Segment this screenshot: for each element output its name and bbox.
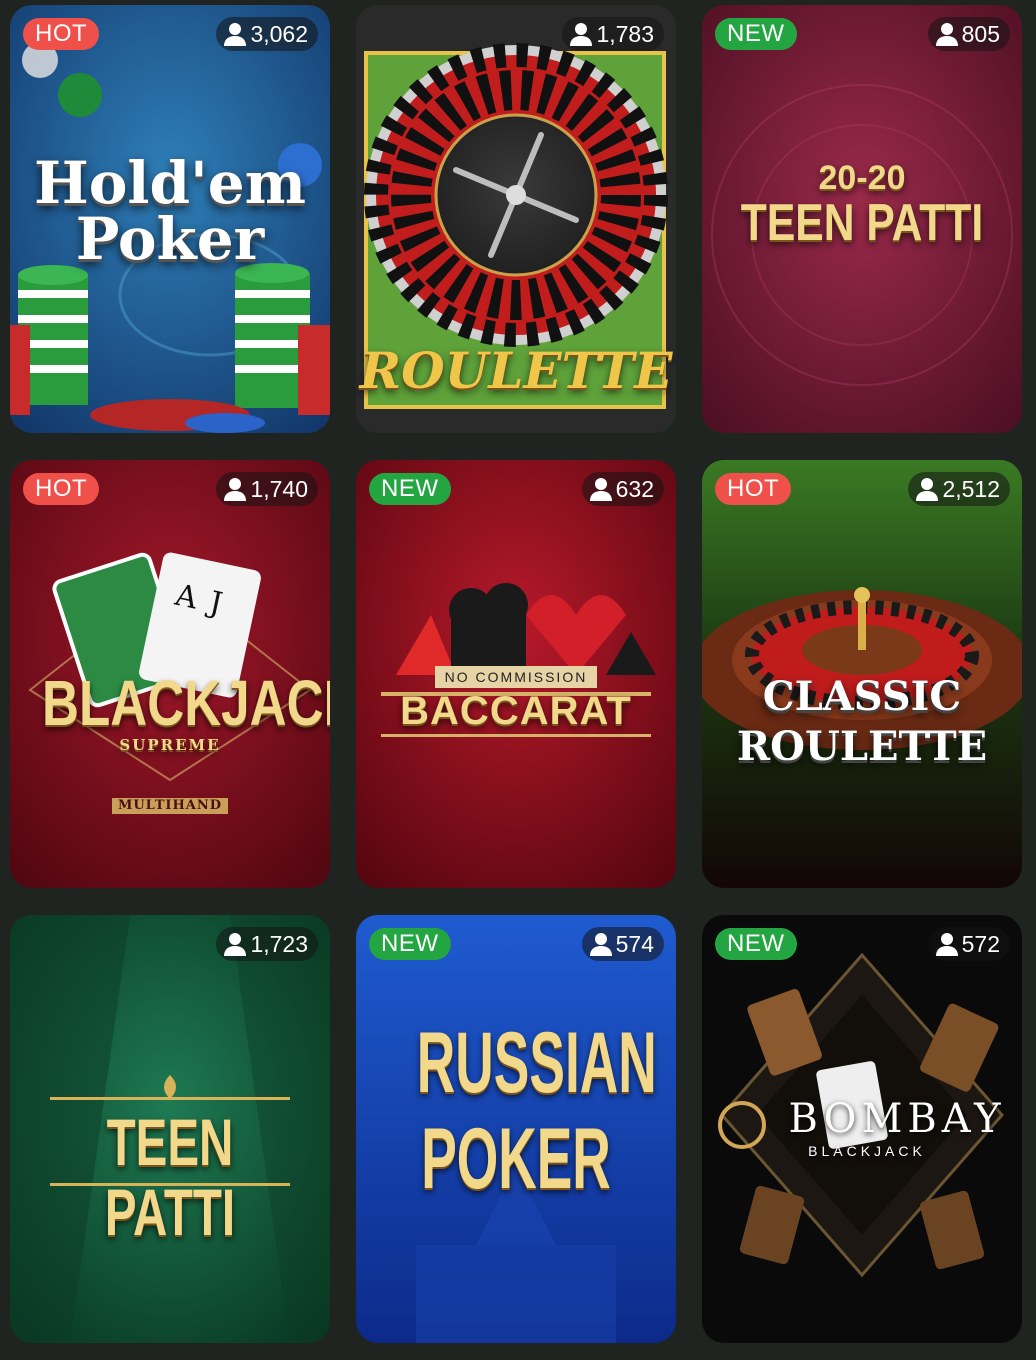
user-icon [589, 933, 612, 956]
new-badge: NEW [369, 928, 451, 960]
player-count-value: 1,740 [250, 476, 308, 502]
title-line: BLACKJACK [808, 1143, 926, 1159]
player-count: 574 [581, 927, 664, 961]
game-grid: Hold'em Poker HOT 3,062 ROULETTE 1,783 2… [0, 0, 1036, 1360]
game-title: NO COMMISSION BACCARAT [356, 666, 676, 734]
player-count-value: 572 [961, 931, 1000, 957]
player-count: 1,723 [216, 927, 318, 961]
player-count-value: 632 [615, 476, 654, 502]
user-icon [224, 23, 247, 46]
new-badge: NEW [369, 473, 451, 505]
title-line: CLASSIC [762, 673, 962, 720]
game-card-baccarat[interactable]: NO COMMISSION BACCARAT NEW 632 [356, 460, 676, 888]
title-line: Hold'em [33, 149, 307, 217]
hot-badge: HOT [23, 473, 100, 505]
player-count: 572 [927, 927, 1010, 961]
game-title: BLACKJACK SUPREME MULTIHAND [10, 670, 330, 820]
game-card-holdem-poker[interactable]: Hold'em Poker HOT 3,062 [10, 5, 330, 433]
title-line: BOMBAY [788, 1096, 1006, 1142]
player-count: 2,512 [908, 472, 1010, 506]
game-card-bombay-blackjack[interactable]: BOMBAY BLACKJACK NEW 572 [702, 915, 1022, 1343]
game-card-roulette[interactable]: ROULETTE 1,783 [356, 5, 676, 433]
game-title: RUSSIAN POKER [356, 1015, 676, 1207]
player-count-value: 574 [615, 931, 654, 957]
hot-badge: HOT [23, 18, 100, 50]
player-count: 3,062 [216, 17, 318, 51]
player-count-value: 1,783 [596, 21, 654, 47]
new-badge: NEW [715, 928, 797, 960]
title-line: NO COMMISSION [434, 666, 598, 688]
title-line: BACCARAT [400, 689, 632, 733]
game-title: BOMBAY BLACKJACK [782, 1097, 1012, 1161]
game-card-teen-patti[interactable]: TEEN PATTI 1,723 [10, 915, 330, 1343]
title-line: POKER [421, 1111, 611, 1207]
user-icon [570, 23, 593, 46]
player-count-value: 1,723 [250, 931, 308, 957]
game-card-blackjack-supreme[interactable]: A J BLACKJACK SUPREME MULTIHAND HOT 1,74… [10, 460, 330, 888]
game-title: TEEN PATTI [10, 1107, 330, 1247]
title-line: TEEN PATTI [104, 1105, 236, 1249]
title-line: BLACKJACK [42, 667, 330, 739]
user-icon [935, 23, 958, 46]
game-title: CLASSIC ROULETTE [702, 672, 1022, 772]
game-card-20-20-teen-patti[interactable]: 20-20 TEEN PATTI NEW 805 [702, 5, 1022, 433]
game-title: Hold'em Poker [10, 149, 330, 273]
game-title: 20-20 TEEN PATTI [702, 160, 1022, 250]
new-badge: NEW [715, 18, 797, 50]
player-count: 632 [581, 472, 664, 506]
user-icon [916, 478, 939, 501]
user-icon [935, 933, 958, 956]
game-card-classic-roulette[interactable]: CLASSIC ROULETTE HOT 2,512 [702, 460, 1022, 888]
user-icon [589, 478, 612, 501]
player-count: 805 [927, 17, 1010, 51]
title-line: 20-20 [818, 159, 906, 197]
user-icon [224, 478, 247, 501]
hot-badge: HOT [715, 473, 792, 505]
title-line: MULTIHAND [111, 798, 229, 814]
player-count-value: 2,512 [942, 476, 1000, 502]
game-card-russian-poker[interactable]: RUSSIAN POKER NEW 574 [356, 915, 676, 1343]
title-line: ROULETTE [359, 341, 673, 400]
game-title: ROULETTE [356, 341, 676, 401]
title-line: RUSSIAN [416, 1015, 657, 1111]
player-count-value: 3,062 [250, 21, 308, 47]
user-icon [224, 933, 247, 956]
player-count: 1,740 [216, 472, 318, 506]
player-count: 1,783 [562, 17, 664, 51]
title-line: Poker [75, 205, 265, 273]
title-line: TEEN PATTI [740, 194, 984, 252]
title-line: ROULETTE [736, 723, 988, 770]
player-count-value: 805 [961, 21, 1000, 47]
